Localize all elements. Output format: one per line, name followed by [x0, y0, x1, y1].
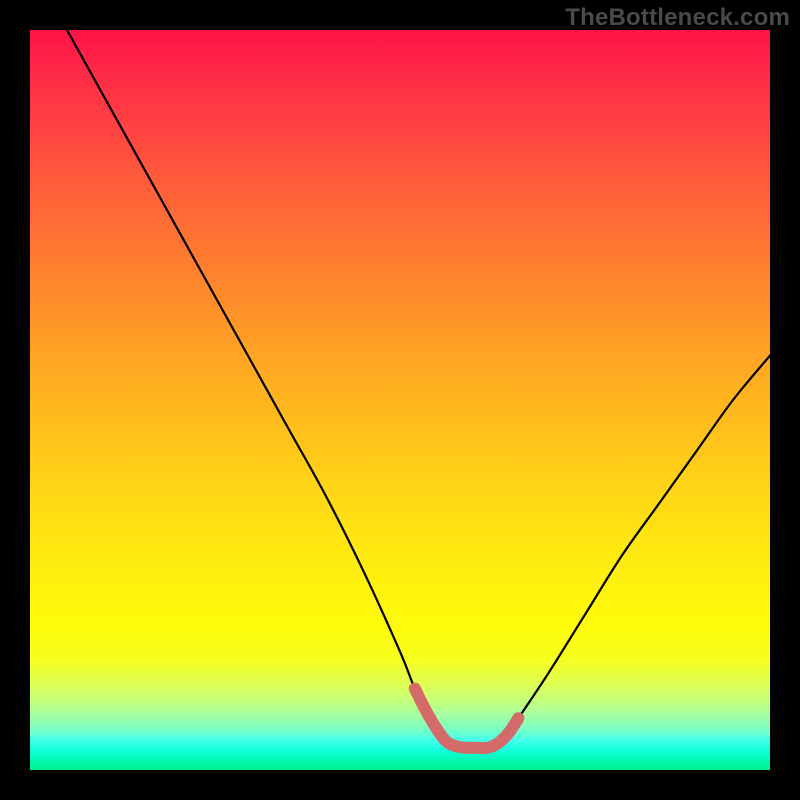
curve-overlay — [30, 30, 770, 770]
optimal-region-marker — [415, 689, 519, 749]
plot-area — [30, 30, 770, 770]
chart-frame: TheBottleneck.com — [0, 0, 800, 800]
bottleneck-curve — [67, 30, 770, 748]
watermark-text: TheBottleneck.com — [565, 4, 790, 32]
